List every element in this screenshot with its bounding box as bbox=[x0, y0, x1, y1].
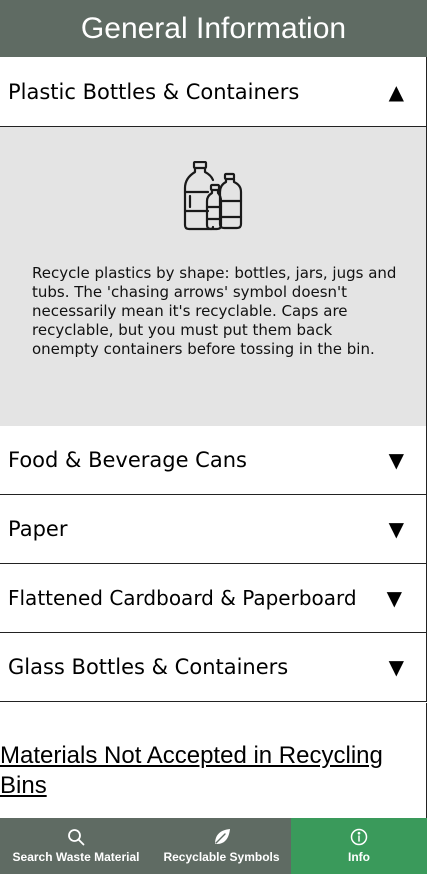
accordion-header-cans[interactable]: Food & Beverage Cans ▼ bbox=[0, 426, 427, 495]
tab-search-waste-material[interactable]: Search Waste Material bbox=[0, 818, 152, 874]
not-accepted-link[interactable]: Materials Not Accepted in Recycling Bins bbox=[0, 741, 420, 801]
accordion-panel-plastic-bottles: Recycle plastics by shape: bottles, jars… bbox=[0, 127, 427, 426]
info-accordion: Plastic Bottles & Containers ▲ Recycle p… bbox=[0, 57, 427, 702]
page-title: General Information bbox=[80, 11, 347, 45]
accordion-header-plastic-bottles[interactable]: Plastic Bottles & Containers ▲ bbox=[0, 57, 427, 127]
accordion-label: Flattened Cardboard & Paperboard bbox=[8, 586, 357, 610]
chevron-down-icon: ▼ bbox=[386, 586, 402, 610]
chevron-down-icon: ▼ bbox=[388, 655, 404, 679]
page-header: General Information bbox=[0, 0, 427, 57]
tab-label: Info bbox=[348, 850, 370, 864]
accordion-header-paper[interactable]: Paper ▼ bbox=[0, 495, 427, 564]
search-icon bbox=[68, 829, 85, 846]
leaf-icon bbox=[214, 829, 230, 844]
accordion-label: Glass Bottles & Containers bbox=[8, 655, 289, 679]
chevron-up-icon: ▲ bbox=[388, 79, 404, 104]
plastic-bottles-icon bbox=[183, 161, 243, 231]
info-icon bbox=[350, 828, 368, 846]
chevron-down-icon: ▼ bbox=[388, 448, 404, 472]
tab-label: Search Waste Material bbox=[12, 850, 140, 864]
accordion-header-cardboard[interactable]: Flattened Cardboard & Paperboard ▼ bbox=[0, 564, 427, 633]
accordion-header-glass[interactable]: Glass Bottles & Containers ▼ bbox=[0, 633, 427, 702]
material-description: Recycle plastics by shape: bottles, jars… bbox=[32, 264, 397, 358]
tab-label: Recyclable Symbols bbox=[163, 850, 280, 864]
accordion-label: Food & Beverage Cans bbox=[8, 448, 247, 472]
not-accepted-section: Materials Not Accepted in Recycling Bins bbox=[0, 703, 427, 818]
accordion-label: Plastic Bottles & Containers bbox=[8, 79, 300, 104]
chevron-down-icon: ▼ bbox=[388, 517, 404, 541]
bottom-tab-bar: Search Waste Material Recyclable Symbols… bbox=[0, 818, 427, 874]
accordion-label: Paper bbox=[8, 517, 68, 541]
tab-recyclable-symbols[interactable]: Recyclable Symbols bbox=[152, 818, 291, 874]
tab-info[interactable]: Info bbox=[291, 818, 427, 874]
